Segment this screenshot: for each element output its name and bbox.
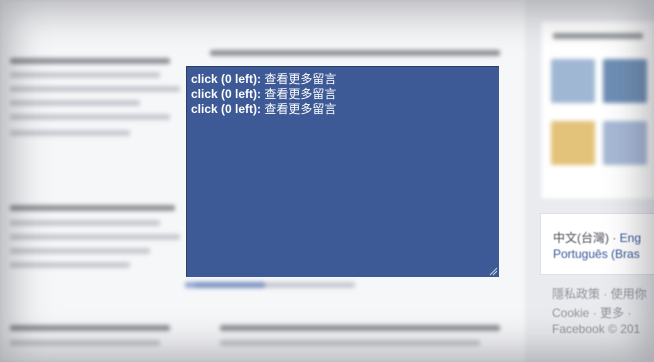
footer-cookie-more[interactable]: Cookie · 更多 · <box>552 304 631 321</box>
language-link-english[interactable]: Eng <box>620 231 641 245</box>
resize-grip-icon[interactable] <box>488 266 498 276</box>
log-line: click (0 left): 查看更多留言 <box>191 102 337 116</box>
language-line-2: Português (Bras <box>553 247 640 261</box>
footer-copyright: Facebook © 201 <box>552 322 641 336</box>
language-link-portuguese[interactable]: Português (Bras <box>553 247 640 261</box>
log-line: click (0 left): 查看更多留言 <box>191 72 337 86</box>
language-selector-box: 中文(台灣) · Eng Português (Bras <box>540 213 654 275</box>
log-line: click (0 left): 查看更多留言 <box>191 87 337 101</box>
blurred-suggestions-card <box>540 20 654 200</box>
footer-privacy-terms[interactable]: 隱私政策 · 使用你 <box>552 285 647 302</box>
language-line-1: 中文(台灣) · Eng <box>553 231 642 245</box>
current-language: 中文(台灣) <box>553 231 609 245</box>
click-log-textarea[interactable]: click (0 left): 查看更多留言 click (0 left): 查… <box>186 66 499 277</box>
